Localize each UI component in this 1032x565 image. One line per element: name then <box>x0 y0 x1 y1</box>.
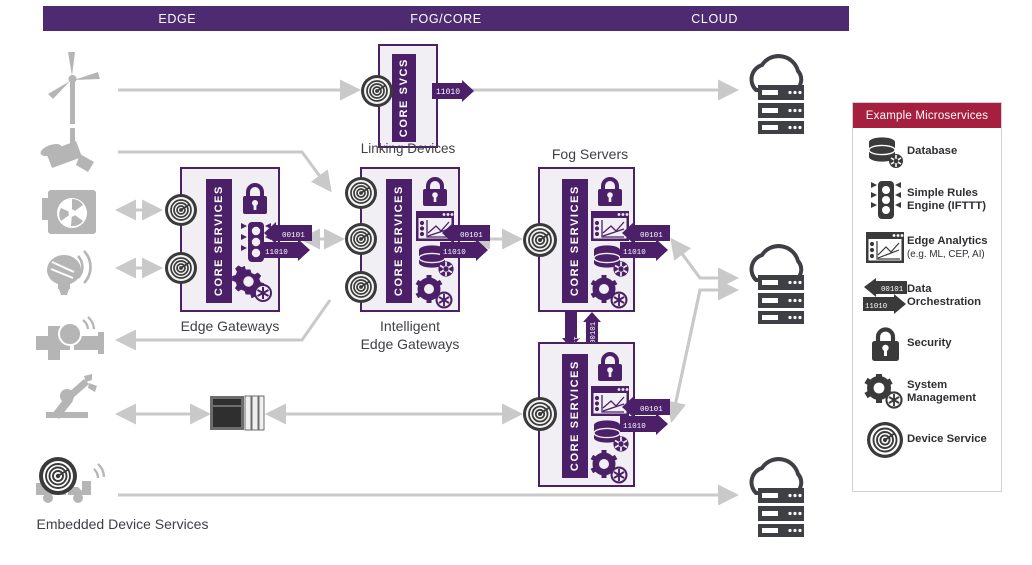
lock-icon <box>243 183 267 214</box>
legend-label-rules-engine: Simple Rules Engine (IFTTT) <box>907 186 987 213</box>
core-services-bar-intelligent-gw: CORE SERVICES <box>386 179 412 303</box>
legend-label-data-orchestration: Data Orchestration <box>907 282 982 309</box>
data-orchestration-icon: 00101 11010 <box>620 222 670 261</box>
orchestration-in-bits: 00101 <box>282 232 305 240</box>
legend-sublabel-edge-analytics: (e.g. ML, CEP, AI) <box>907 249 985 260</box>
svg-text:00101: 00101 <box>640 406 663 414</box>
device-service-icon[interactable] <box>360 74 394 108</box>
legend-panel: Example Microservices Database Simple Ru… <box>852 102 1002 492</box>
legend-label-system-management: System Management <box>907 378 977 405</box>
robotic-arm-icon <box>46 374 97 419</box>
lock-icon <box>863 326 907 362</box>
pipe-sensor-icon <box>36 316 104 360</box>
svg-text:00101: 00101 <box>640 232 663 240</box>
plc-controller-icon <box>210 395 265 431</box>
caption-fog-servers: Fog Servers <box>551 146 629 162</box>
database-icon <box>863 136 907 168</box>
cloud-server-middle-icon <box>749 244 804 324</box>
core-services-bar-edge-gw: CORE SERVICES <box>206 179 232 303</box>
wind-turbine-icon <box>48 52 100 124</box>
data-orchestration-icon: 11010 <box>432 80 474 102</box>
cloud-server-bottom-icon <box>749 457 804 537</box>
device-service-icon[interactable] <box>164 251 198 285</box>
device-service-icon[interactable] <box>344 270 378 304</box>
caption-linking-devices: Linking Devices <box>360 141 456 156</box>
core-services-bar-fog: CORE SERVICES <box>562 179 588 303</box>
connected-truck-icon <box>36 457 106 503</box>
orchestration-out-bits: 11010 <box>265 249 288 257</box>
device-service-icon[interactable] <box>344 176 378 210</box>
device-service-icon[interactable] <box>522 396 558 432</box>
traffic-light-icon <box>863 180 907 220</box>
legend-item-database: Database <box>853 128 1001 176</box>
edge-analytics-icon <box>863 232 907 264</box>
device-service-icon[interactable] <box>522 222 558 258</box>
legend-item-rules-engine: Simple Rules Engine (IFTTT) <box>853 176 1001 224</box>
smart-light-icon <box>47 250 92 295</box>
lock-icon <box>598 352 622 381</box>
data-orchestration-icon: 00101 11010 <box>262 222 312 261</box>
caption-edge-gateways: Edge Gateways <box>180 318 280 334</box>
data-orchestration-icon: 00101 11010 <box>620 396 670 435</box>
hvac-unit-icon <box>42 190 96 234</box>
caption-intelligent-edge-gateways-line1: Intelligent <box>380 318 440 334</box>
data-orchestration-icon: 00101 11010 <box>440 222 490 261</box>
legend-label-security: Security <box>907 337 952 350</box>
svg-text:11010: 11010 <box>443 249 466 257</box>
legend-title: Example Microservices <box>853 103 1001 128</box>
svg-text:11010: 11010 <box>623 423 646 431</box>
svg-text:00101: 00101 <box>460 232 483 240</box>
device-service-icon[interactable] <box>164 193 198 227</box>
gear-icon <box>590 450 628 484</box>
lock-icon <box>598 177 622 206</box>
core-services-bar-linking: CORE SVCS <box>392 54 416 142</box>
legend-item-system-management: System Management <box>853 368 1001 416</box>
legend-item-data-orchestration: 00101 11010 Data Orchestration <box>853 272 1001 320</box>
device-service-icon <box>39 457 77 495</box>
caption-intelligent-edge-gateways-line2: Edge Gateways <box>360 336 460 352</box>
orchestration-up-bits: 00101 <box>590 321 598 344</box>
gear-icon <box>415 275 453 309</box>
legend-item-security: Security <box>853 320 1001 368</box>
security-camera-icon <box>40 128 94 172</box>
svg-text:11010: 11010 <box>623 249 646 257</box>
cloud-server-top-icon <box>749 54 804 134</box>
legend-label-edge-analytics: Edge Analytics (e.g. ML, CEP, AI) <box>907 234 988 261</box>
embedded-device-services-label: Embedded Device Services <box>36 516 209 532</box>
device-service-icon[interactable] <box>344 222 378 256</box>
device-service-icon <box>863 421 907 459</box>
orchestration-bits: 11010 <box>436 88 460 97</box>
legend-bits-in: 00101 <box>881 286 904 294</box>
legend-bits-out: 11010 <box>865 303 887 311</box>
core-services-bar-fog-lower: CORE SERVICES <box>562 354 588 478</box>
gear-icon <box>232 265 272 302</box>
gear-icon <box>863 374 907 410</box>
lock-icon <box>423 177 447 206</box>
data-orchestration-icon: 00101 11010 <box>863 278 907 314</box>
legend-item-device-service: Device Service <box>853 416 1001 464</box>
legend-label-database: Database <box>907 145 958 158</box>
legend-item-edge-analytics: Edge Analytics (e.g. ML, CEP, AI) <box>853 224 1001 272</box>
legend-label-device-service: Device Service <box>907 433 987 446</box>
gear-icon <box>590 275 628 309</box>
